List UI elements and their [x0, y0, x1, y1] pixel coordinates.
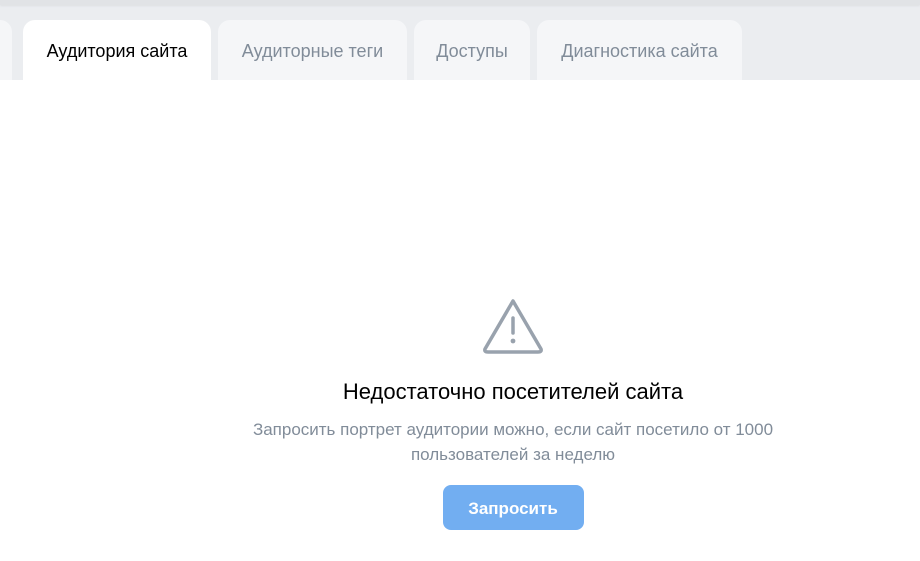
tab-audience-tags[interactable]: Аудиторные теги — [218, 20, 407, 80]
empty-state-title: Недостаточно посетителей сайта — [342, 379, 684, 404]
header-divider — [0, 0, 920, 5]
empty-state: Недостаточно посетителей сайта Запросить… — [0, 296, 920, 530]
empty-state-description: Запросить портрет аудитории можно, если … — [252, 420, 774, 464]
tab-site-diagnostics[interactable]: Диагностика сайта — [537, 20, 742, 80]
request-button[interactable]: Запросить — [442, 485, 584, 530]
page: Аудитория сайта Аудиторные теги Доступы … — [0, 0, 920, 561]
tab-site-audience[interactable]: Аудитория сайта — [23, 20, 211, 80]
tab-access[interactable]: Доступы — [414, 20, 530, 80]
warning-triangle-icon — [483, 299, 543, 354]
tab-bar: Аудитория сайта Аудиторные теги Доступы … — [0, 0, 920, 80]
tab-previous-partial[interactable] — [0, 20, 12, 80]
